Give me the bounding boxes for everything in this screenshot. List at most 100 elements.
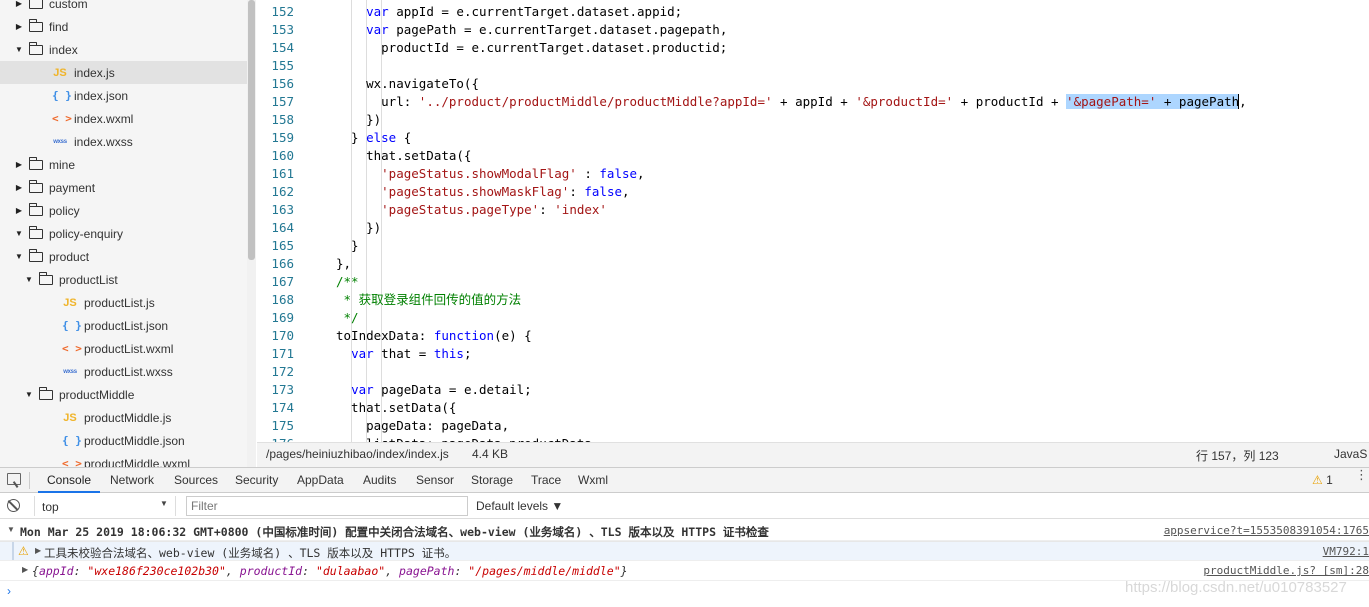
tree-item-label: find [49,19,69,34]
code-line[interactable]: 153 var pagePath = e.currentTarget.datas… [257,21,1369,39]
code-token: var [366,4,389,19]
code-line[interactable]: 162 'pageStatus.showMaskFlag': false, [257,183,1369,201]
chevron-right-icon[interactable]: ▶ [14,160,24,169]
code-line[interactable]: 164 }) [257,219,1369,237]
tree-item[interactable]: wxss index.wxss [0,130,247,153]
code-token: , [1238,94,1247,109]
code-line[interactable]: 159 } else { [257,129,1369,147]
chevron-right-icon[interactable]: ▶ [14,183,24,192]
context-select[interactable]: top [34,496,176,516]
code-line[interactable]: 174 that.setData({ [257,399,1369,417]
code-line[interactable]: 161 'pageStatus.showModalFlag' : false, [257,165,1369,183]
tab-trace[interactable]: Trace [531,473,561,487]
tree-item[interactable]: JS productMiddle.js [0,406,247,429]
tree-item[interactable]: ▶ find [0,15,247,38]
chevron-right-icon[interactable]: ▶ [14,0,24,8]
console-object-message[interactable]: ▶ {appId: "wxe186f230ce102b30", productI… [0,561,1369,581]
tree-item[interactable]: { } productMiddle.json [0,429,247,452]
tab-wxml[interactable]: Wxml [578,473,608,487]
code-line[interactable]: 156 wx.navigateTo({ [257,75,1369,93]
file-tree-scrollbar[interactable] [247,0,256,467]
tree-item[interactable]: ▶ payment [0,176,247,199]
code-line[interactable]: 157 url: '../product/productMiddle/produ… [257,93,1369,111]
tab-security[interactable]: Security [235,473,278,487]
tree-item[interactable]: ▶ policy [0,199,247,222]
tree-item[interactable]: JS productList.js [0,291,247,314]
tree-item[interactable]: ▼ productMiddle [0,383,247,406]
language-mode[interactable]: JavaS [1334,447,1367,461]
code-line[interactable]: 173 var pageData = e.detail; [257,381,1369,399]
tree-item[interactable]: JS index.js [0,61,247,84]
code-text: that.setData({ [336,147,471,165]
tab-audits[interactable]: Audits [363,473,396,487]
tree-item[interactable]: < > index.wxml [0,107,247,130]
code-token: } [336,130,367,145]
chevron-right-icon[interactable]: ▶ [14,206,24,215]
code-line[interactable]: 155 [257,57,1369,75]
code-line[interactable]: 175 pageData: pageData, [257,417,1369,435]
code-line[interactable]: 170 toIndexData: function(e) { [257,327,1369,345]
tree-item[interactable]: < > productList.wxml [0,337,247,360]
line-number: 156 [271,76,294,91]
tab-appdata[interactable]: AppData [297,473,344,487]
code-line[interactable]: 172 [257,363,1369,381]
code-line[interactable]: 166}, [257,255,1369,273]
code-line[interactable]: 163 'pageStatus.pageType': 'index' [257,201,1369,219]
chevron-down-icon[interactable]: ▼ [24,390,34,399]
source-link[interactable]: productMiddle.js? [sm]:28 [1203,564,1369,577]
collapse-arrow-icon[interactable]: ▼ [7,525,15,534]
filter-input[interactable] [186,496,468,516]
chevron-down-icon[interactable]: ▼ [14,45,24,54]
code-editor[interactable]: 152 var appId = e.currentTarget.dataset.… [257,0,1369,442]
chevron-right-icon[interactable]: ▶ [14,22,24,31]
folder-icon [29,179,43,193]
tree-item-label: productMiddle.js [84,410,172,425]
code-line[interactable]: 171 var that = this; [257,345,1369,363]
console-prompt-icon[interactable]: › [7,584,11,598]
expand-arrow-icon[interactable]: ▶ [22,565,28,574]
tree-item[interactable]: ▼ productList [0,268,247,291]
code-token: /** [336,274,359,289]
console-group-message[interactable]: ▼ Mon Mar 25 2019 18:06:32 GMT+0800 (中国标… [0,521,1369,541]
tree-item[interactable]: { } productList.json [0,314,247,337]
code-line[interactable]: 160 that.setData({ [257,147,1369,165]
source-link[interactable]: appservice?t=1553508391054:1765 [1164,524,1369,537]
tab-console[interactable]: Console [47,473,91,487]
tree-item[interactable]: ▶ custom [0,0,247,15]
tab-sources[interactable]: Sources [174,473,218,487]
tab-sensor[interactable]: Sensor [416,473,454,487]
tree-item[interactable]: ▼ product [0,245,247,268]
tree-item[interactable]: { } index.json [0,84,247,107]
tab-network[interactable]: Network [110,473,154,487]
inspect-element-icon[interactable] [7,473,21,485]
expand-arrow-icon[interactable]: ▶ [35,546,41,555]
tree-item[interactable]: ▶ mine [0,153,247,176]
tree-item[interactable]: ▼ policy-enquiry [0,222,247,245]
code-line[interactable]: 154 productId = e.currentTarget.dataset.… [257,39,1369,57]
code-line[interactable]: 152 var appId = e.currentTarget.dataset.… [257,3,1369,21]
chevron-down-icon[interactable]: ▼ [24,275,34,284]
clear-console-icon[interactable] [7,499,20,512]
console-warning-message[interactable]: ⚠ ▶ 工具未校验合法域名、web-view (业务域名) 、TLS 版本以及 … [0,541,1369,561]
tree-item[interactable]: ▼ index [0,38,247,61]
code-line[interactable]: 169 */ [257,309,1369,327]
cursor-position[interactable]: 行 157，列 123 [1196,447,1279,464]
code-line[interactable]: 176 listData: pageData.productData [257,435,1369,442]
chevron-down-icon[interactable]: ▼ [14,252,24,261]
more-options-icon[interactable]: ⋮ [1355,468,1368,481]
warning-counter[interactable]: ⚠ 1 [1312,473,1333,487]
code-line[interactable]: 167 /** [257,273,1369,291]
log-levels-dropdown[interactable]: Default levels ▼ [476,499,563,513]
source-link[interactable]: VM792:1 [1323,545,1369,558]
folder-open-icon [29,248,43,262]
tree-item[interactable]: wxss productList.wxss [0,360,247,383]
code-line[interactable]: 165 } [257,237,1369,255]
chevron-down-icon[interactable]: ▼ [14,229,24,238]
code-token: ; [463,346,472,361]
code-line[interactable]: 168 * 获取登录组件回传的值的方法 [257,291,1369,309]
code-line[interactable]: 158 }) [257,111,1369,129]
file-tree-scrollbar-thumb[interactable] [248,0,255,260]
tree-item[interactable]: < > productMiddle.wxml [0,452,247,468]
tab-storage[interactable]: Storage [471,473,513,487]
